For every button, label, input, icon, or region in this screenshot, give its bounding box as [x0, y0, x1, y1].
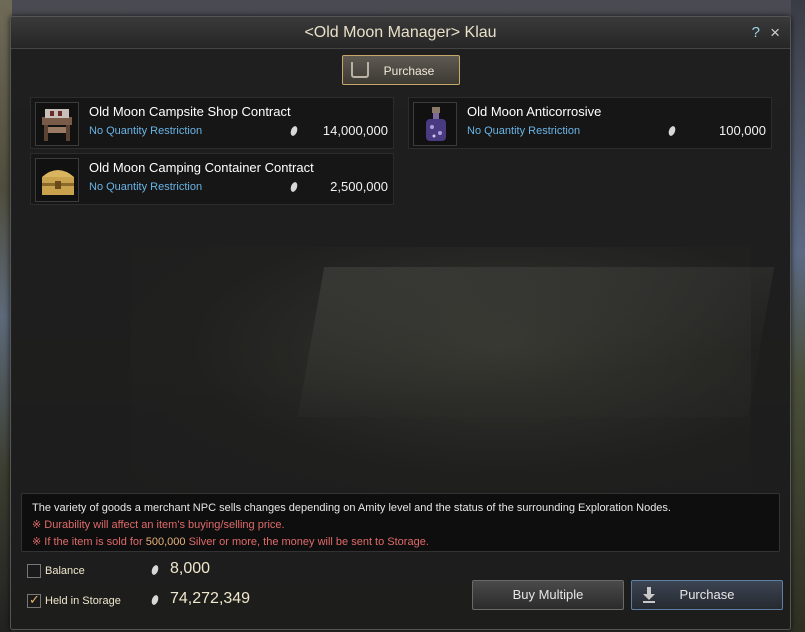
- npc-shop-window: <Old Moon Manager> Klau ? × Purchase Old…: [10, 16, 791, 630]
- info-storage-prefix: ※ If the item is sold for: [32, 536, 146, 548]
- info-storage-note: ※ If the item is sold for 500,000 Silver…: [32, 534, 769, 551]
- info-storage-amount: 500,000: [145, 536, 186, 548]
- game-world-edge-right: [791, 0, 805, 632]
- info-storage-suffix: Silver or more, the money will be sent t…: [185, 536, 429, 548]
- item-price: 2,500,000: [330, 179, 388, 194]
- item-name: Old Moon Camping Container Contract: [89, 160, 314, 175]
- campsite-shop-icon: [35, 102, 79, 146]
- balance-value: 8,000: [170, 560, 211, 577]
- download-arrow-icon: [643, 587, 655, 603]
- item-price: 14,000,000: [322, 123, 388, 138]
- purchase-button[interactable]: Purchase: [631, 580, 783, 610]
- item-restriction: No Quantity Restriction: [467, 125, 581, 137]
- purchase-button-label: Purchase: [679, 587, 735, 602]
- title-bar[interactable]: <Old Moon Manager> Klau ? ×: [11, 17, 790, 49]
- silver-coin-icon: [667, 125, 677, 137]
- tab-purchase[interactable]: Purchase: [342, 55, 460, 85]
- info-amity-note: The variety of goods a merchant NPC sell…: [32, 502, 671, 514]
- item-name: Old Moon Campsite Shop Contract: [89, 104, 291, 119]
- info-durability-note: ※ Durability will affect an item's buyin…: [32, 519, 285, 531]
- buy-multiple-button[interactable]: Buy Multiple: [472, 580, 624, 610]
- balance-checkbox[interactable]: [27, 564, 41, 578]
- shop-item-campsite-shop-contract[interactable]: Old Moon Campsite Shop Contract No Quant…: [30, 97, 394, 149]
- item-name: Old Moon Anticorrosive: [467, 104, 602, 119]
- shop-item-camping-container-contract[interactable]: Old Moon Camping Container Contract No Q…: [30, 153, 394, 205]
- potion-bottle-icon: [413, 102, 457, 146]
- tab-purchase-label: Purchase: [383, 64, 435, 78]
- help-button[interactable]: ?: [752, 24, 760, 41]
- storage-checkbox[interactable]: [27, 592, 41, 608]
- item-price: 100,000: [719, 123, 766, 138]
- item-restriction: No Quantity Restriction: [89, 125, 203, 137]
- merchant-info-box: The variety of goods a merchant NPC sell…: [21, 493, 780, 552]
- storage-label: Held in Storage: [45, 595, 121, 607]
- silver-coin-icon: [289, 181, 299, 193]
- shop-item-anticorrosive[interactable]: Old Moon Anticorrosive No Quantity Restr…: [408, 97, 772, 149]
- close-button[interactable]: ×: [770, 23, 780, 43]
- storage-value: 74,272,349: [170, 590, 251, 607]
- silver-coin-icon: [150, 564, 160, 576]
- treasure-chest-icon: [35, 158, 79, 202]
- silver-coin-icon: [289, 125, 299, 137]
- item-restriction: No Quantity Restriction: [89, 181, 203, 193]
- silver-coin-icon: [150, 594, 160, 606]
- window-backdrop-shape-2: [297, 267, 775, 417]
- window-title: <Old Moon Manager> Klau: [304, 24, 497, 41]
- balance-label: Balance: [45, 565, 85, 577]
